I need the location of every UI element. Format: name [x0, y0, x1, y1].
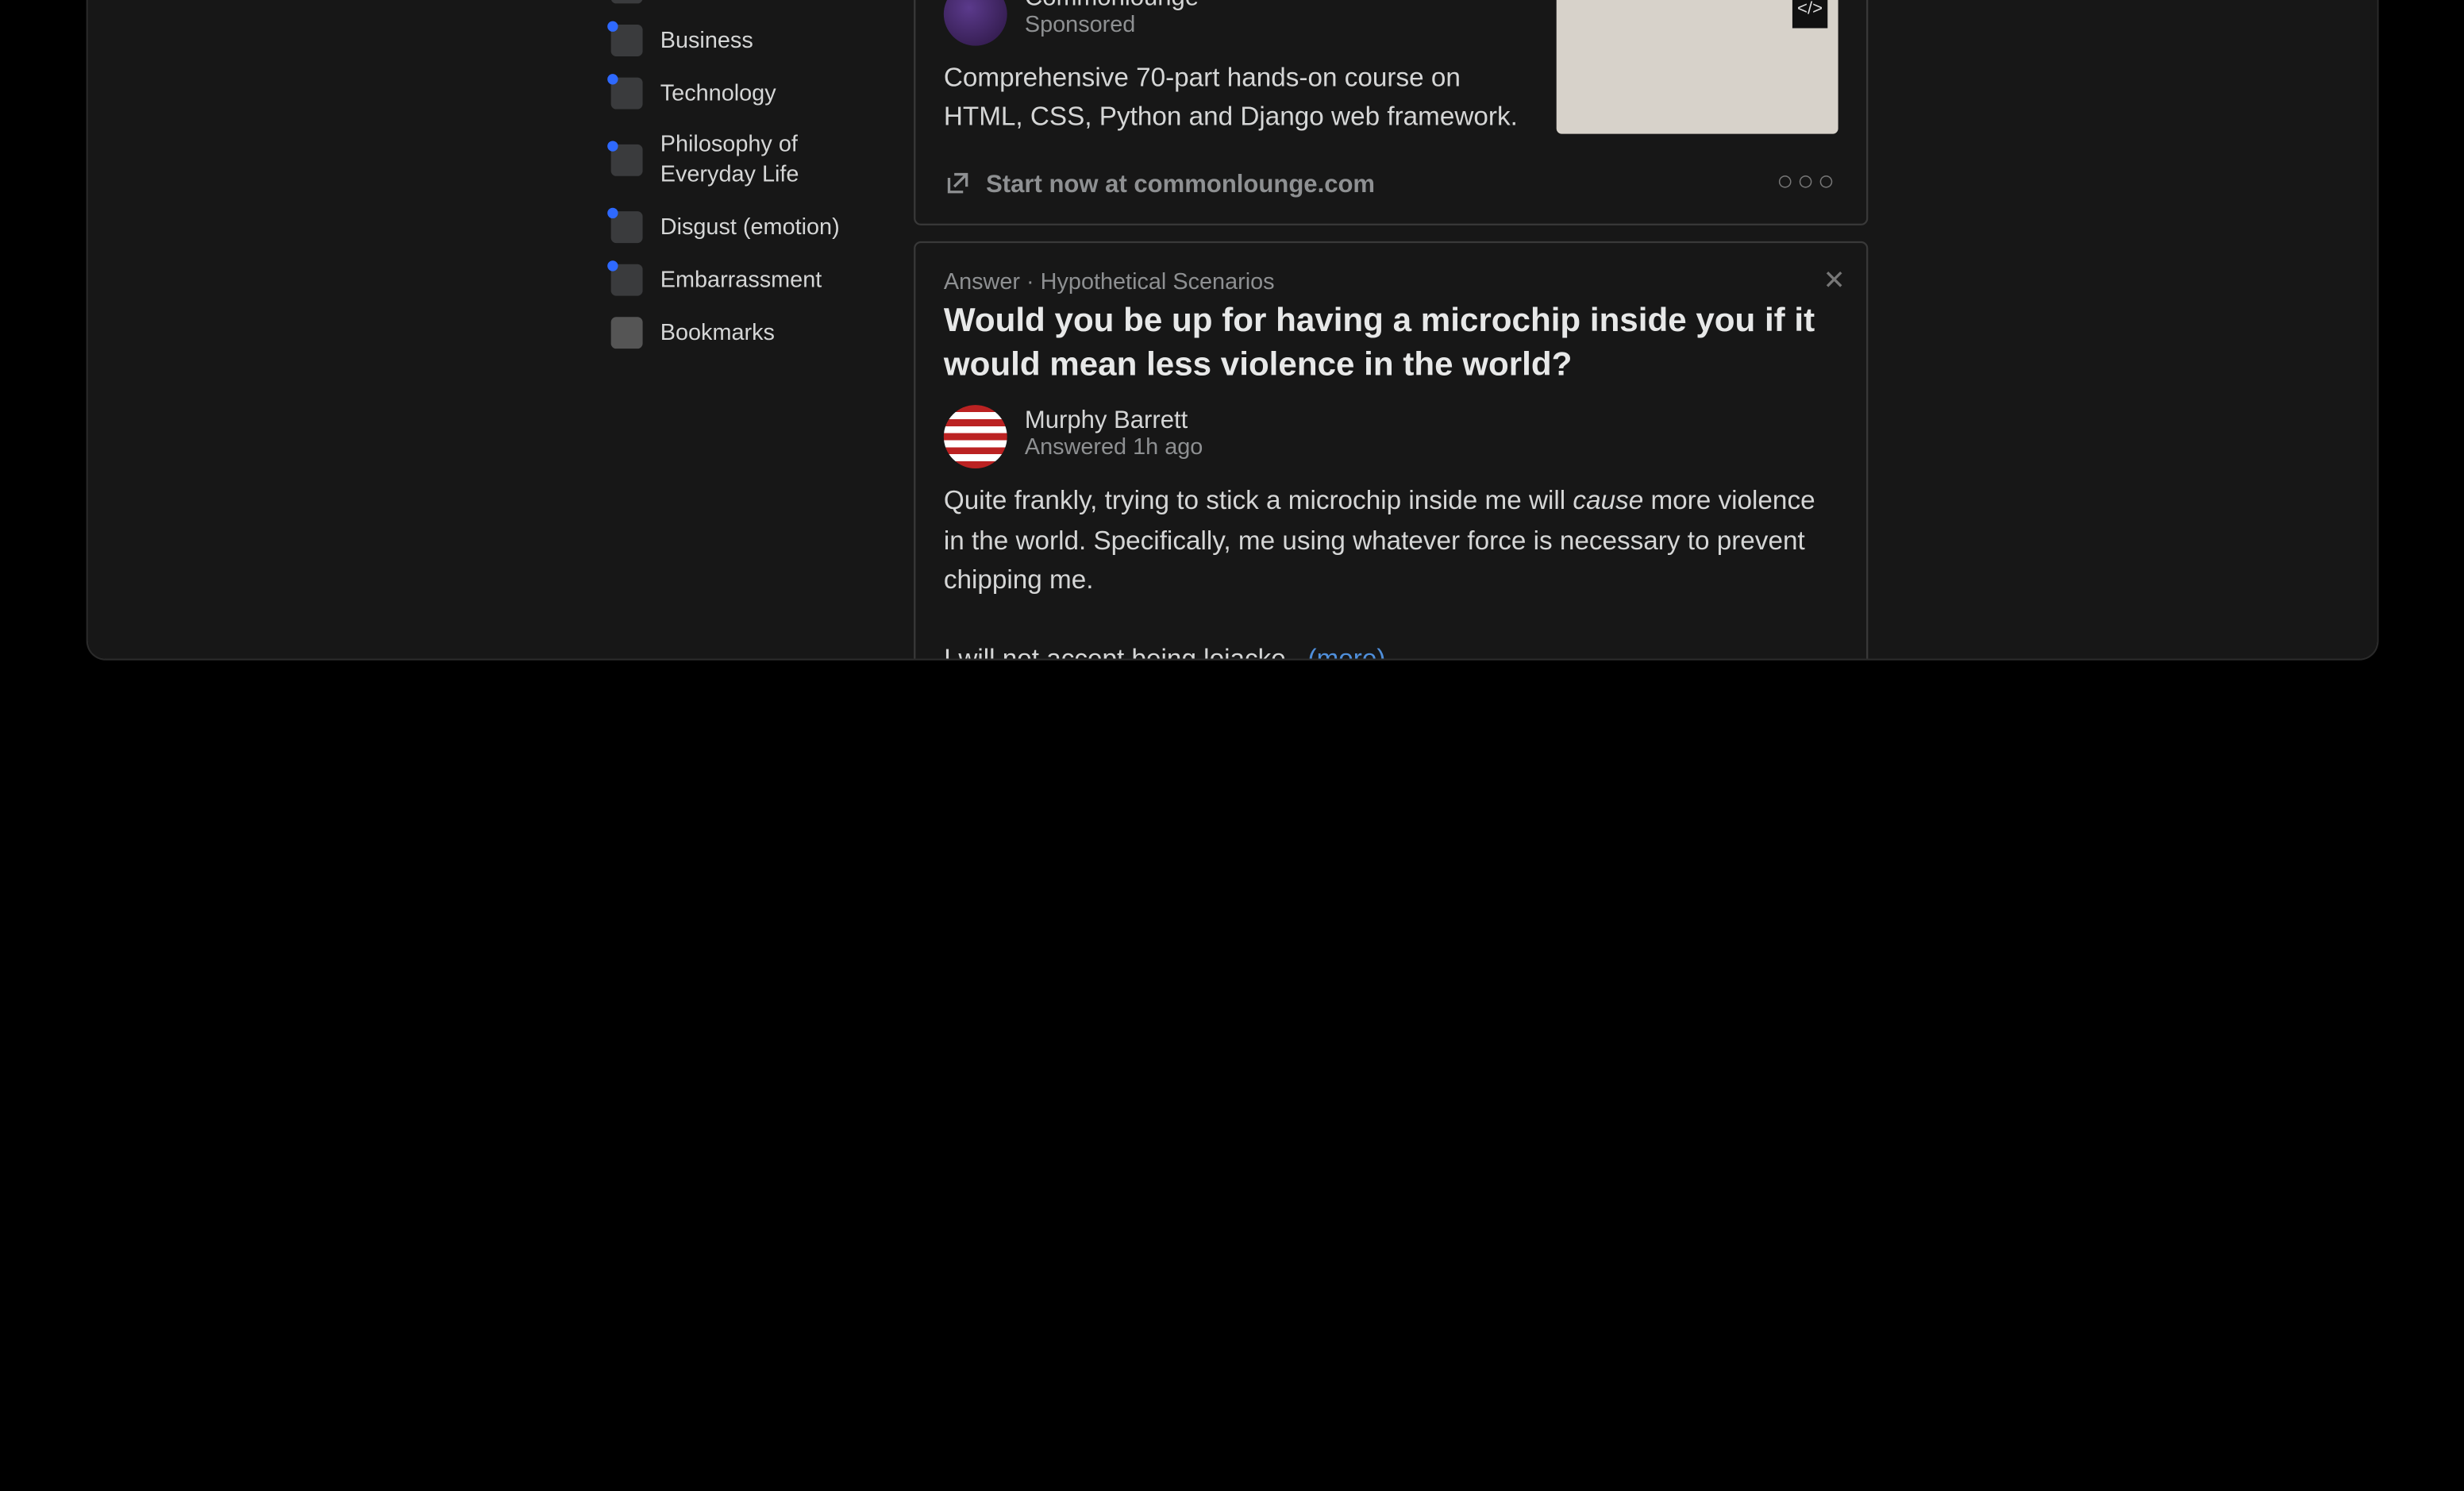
topic-icon [611, 144, 643, 176]
answer-time: Sponsored [1025, 10, 1199, 37]
external-link-icon [944, 169, 972, 197]
sidebar-item-business[interactable]: Business [597, 15, 889, 68]
bookmark-icon [611, 318, 643, 349]
answer-body: Quite frankly, trying to stick a microch… [944, 483, 1838, 658]
author-avatar[interactable] [944, 0, 1007, 45]
sidebar-item-bookmarks[interactable]: Bookmarks [597, 306, 889, 360]
close-icon[interactable]: ✕ [1823, 264, 1846, 295]
topic-icon [611, 25, 643, 57]
topic-icon [611, 211, 643, 243]
sidebar-item-embarrassment[interactable]: Embarrassment [597, 254, 889, 307]
author-name[interactable]: Commonlounge [1025, 0, 1199, 10]
sidebar-item-philosophy[interactable]: Philosophy of Everyday Life [597, 121, 889, 202]
sidebar-item-tech-startups[interactable]: Technology Startups [597, 0, 889, 15]
quora-app: Quora Home Answer Spaces [88, 0, 2377, 659]
answer-body: Comprehensive 70-part hands-on course on… [944, 60, 1532, 139]
card-meta: Answer · Hypothetical Scenarios [944, 268, 1838, 294]
topic-icon [611, 78, 643, 110]
sidebar-item-technology[interactable]: Technology [597, 67, 889, 121]
sponsored-image[interactable] [1557, 0, 1838, 133]
sidebar: Feed Hypothetical Scenarios Self-Improve… [597, 0, 889, 659]
topic-icon [611, 0, 643, 4]
question-title[interactable]: Would you be up for having a microchip i… [944, 301, 1838, 388]
feed-card-sponsored: ✕ Sponsored by Commonlounge Want to lear… [914, 0, 1868, 225]
browser-window: ‹ › 🔒 quora.com ⟳ + [88, 0, 2377, 659]
feed: ✕ Answer · Philosophy of Everyday Life W… [914, 0, 1868, 659]
topic-icon [611, 264, 643, 296]
more-link[interactable]: (more) [1307, 645, 1385, 658]
answer-time: Answered 1h ago [1025, 433, 1203, 460]
more-options-icon[interactable]: ○○○ [1777, 167, 1838, 198]
sidebar-item-disgust[interactable]: Disgust (emotion) [597, 201, 889, 254]
author-avatar[interactable] [944, 406, 1007, 469]
author-name[interactable]: Murphy Barrett [1025, 406, 1203, 433]
feed-card-answer: ✕ Answer · Hypothetical Scenarios Would … [914, 241, 1868, 659]
sponsored-cta[interactable]: Start now at commonlounge.com [944, 169, 1375, 197]
